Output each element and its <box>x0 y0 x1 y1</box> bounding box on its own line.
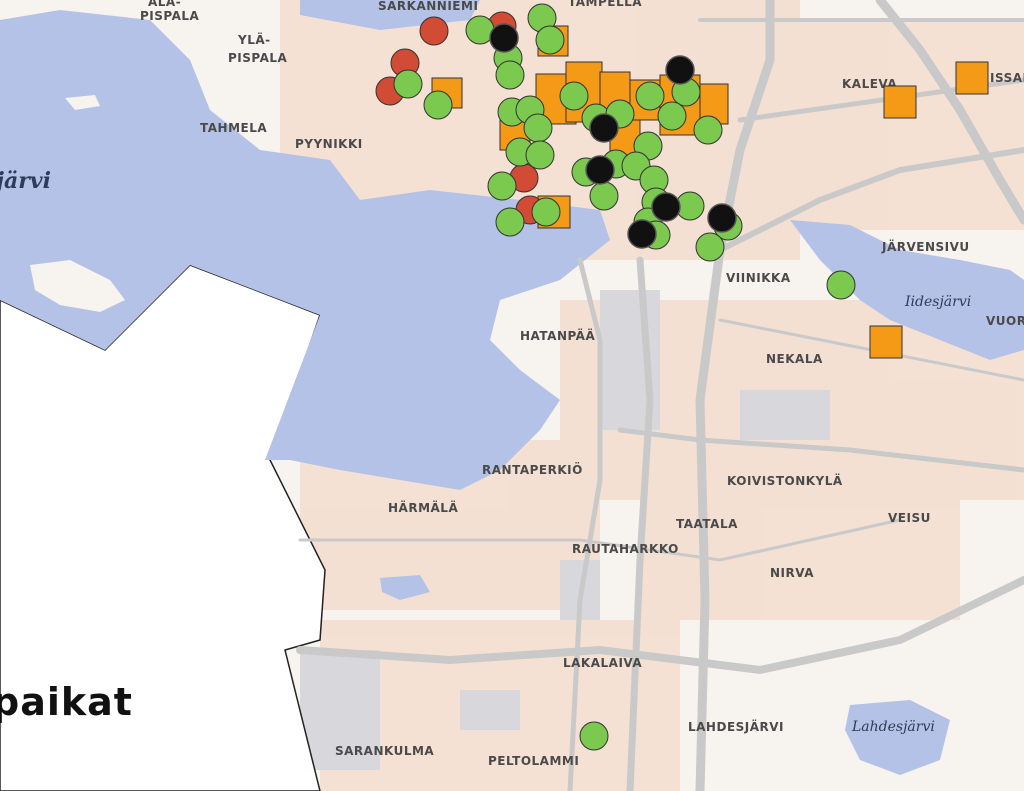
red-marker[interactable] <box>419 16 449 46</box>
green-marker[interactable] <box>589 181 619 211</box>
label-sarkanniemi: SÄRKÄNNIEMI <box>378 0 478 13</box>
green-marker[interactable] <box>657 101 687 131</box>
label-sarankulma: SARANKULMA <box>335 744 434 758</box>
black-marker[interactable] <box>707 203 737 233</box>
label-jarvensivu: JÄRVENSIVU <box>881 239 970 254</box>
label-koivistonkyla: KOIVISTONKYLÄ <box>727 473 843 488</box>
green-marker[interactable] <box>525 140 555 170</box>
green-marker[interactable] <box>535 25 565 55</box>
green-marker[interactable] <box>695 232 725 262</box>
label-viinikka: VIINIKKA <box>726 271 791 285</box>
green-marker[interactable] <box>635 81 665 111</box>
label-harmala: HÄRMÄLÄ <box>388 500 458 515</box>
green-marker[interactable] <box>487 171 517 201</box>
label-pyhajarvi: järvi <box>0 168 51 194</box>
map-title: paikat <box>0 680 133 724</box>
city-map[interactable]: ALA- PISPALA YLÄ- PISPALA SÄRKÄNNIEMI TA… <box>0 0 1024 791</box>
green-marker[interactable] <box>393 69 423 99</box>
label-tahmela: TAHMELA <box>200 121 267 135</box>
label-veisu: VEISU <box>888 511 931 525</box>
label-yla-pispala-2: PISPALA <box>228 51 288 65</box>
label-taatala: TAATALA <box>676 517 738 531</box>
green-marker[interactable] <box>693 115 723 145</box>
green-marker[interactable] <box>495 207 525 237</box>
green-marker[interactable] <box>423 90 453 120</box>
black-marker[interactable] <box>651 192 681 222</box>
label-yla-pispala-1: YLÄ- <box>237 32 271 47</box>
label-nekala: NEKALA <box>766 352 823 366</box>
label-peltolammi: PELTOLAMMI <box>488 754 579 768</box>
label-lahdesjarvi-lake: Lahdesjärvi <box>851 719 935 735</box>
green-marker[interactable] <box>495 60 525 90</box>
label-nirva: NIRVA <box>770 566 814 580</box>
label-tampella: TAMPELLA <box>568 0 642 9</box>
label-rantaperkio: RANTAPERKIÖ <box>482 462 583 477</box>
label-rautaharkko: RAUTAHARKKO <box>572 542 679 556</box>
label-lakalaiva: LAKALAIVA <box>563 656 642 670</box>
label-hatanpaa: HATANPÄÄ <box>520 328 595 343</box>
orange-marker[interactable] <box>869 325 903 359</box>
green-marker[interactable] <box>531 197 561 227</box>
label-ala-pispala-1: ALA- <box>148 0 181 9</box>
orange-marker[interactable] <box>955 61 989 95</box>
green-marker[interactable] <box>523 113 553 143</box>
label-pyynikki: PYYNIKKI <box>295 137 363 151</box>
green-marker[interactable] <box>826 270 856 300</box>
black-marker[interactable] <box>589 113 619 143</box>
orange-marker[interactable] <box>883 85 917 119</box>
black-marker[interactable] <box>627 219 657 249</box>
green-marker[interactable] <box>559 81 589 111</box>
black-marker[interactable] <box>665 55 695 85</box>
label-iidesjarvi: Iidesjärvi <box>904 294 971 310</box>
green-marker[interactable] <box>579 721 609 751</box>
label-lahdesjarvi: LAHDESJÄRVI <box>688 719 784 734</box>
black-marker[interactable] <box>585 155 615 185</box>
black-marker[interactable] <box>489 23 519 53</box>
label-vuores: VUOR <box>986 314 1024 328</box>
label-ala-pispala-2: PISPALA <box>140 9 200 23</box>
label-kissanmaa: ISSAN <box>990 71 1024 85</box>
